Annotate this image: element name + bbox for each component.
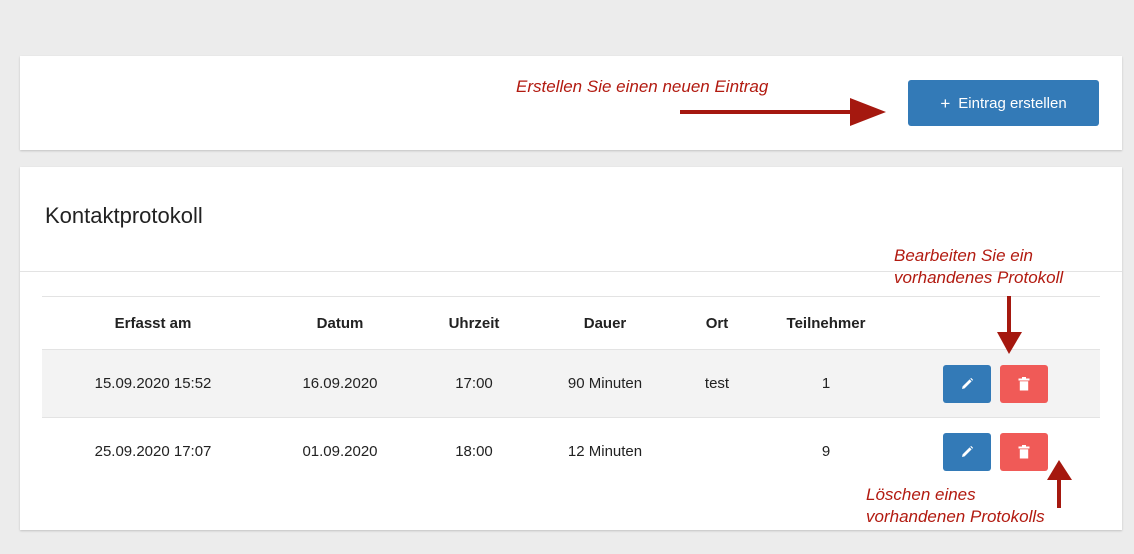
- cell-ort: test: [678, 349, 756, 418]
- create-entry-button[interactable]: + Eintrag erstellen: [908, 80, 1099, 126]
- table-row: 15.09.2020 15:52 16.09.2020 17:00 90 Min…: [42, 349, 1100, 418]
- column-header[interactable]: Teilnehmer: [756, 296, 896, 350]
- cell-erfasst-am: 25.09.2020 17:07: [94, 443, 212, 460]
- protocol-card: Kontaktprotokoll Erfasst am Datum Uhrzei…: [20, 167, 1122, 530]
- column-header[interactable]: Datum: [264, 296, 416, 350]
- annotation-arrow-up-icon: [1047, 460, 1072, 508]
- pencil-icon: [962, 377, 974, 389]
- cell-uhrzeit: 17:00: [416, 349, 532, 418]
- cell-teilnehmer: 1: [756, 349, 896, 418]
- pencil-icon: [962, 445, 974, 457]
- trash-icon: [1018, 444, 1030, 458]
- annotation-delete-line: Löschen eines: [866, 485, 976, 504]
- column-header[interactable]: Ort: [678, 296, 756, 350]
- table-header-row: Erfasst am Datum Uhrzeit Dauer Ort Teiln…: [42, 296, 1100, 350]
- annotation-arrow-right-icon: [680, 98, 886, 126]
- annotation-edit-line: vorhandenes Protokoll: [894, 268, 1064, 287]
- annotation-delete-line: vorhandenen Protokolls: [866, 507, 1045, 526]
- page-title: Kontaktprotokoll: [45, 203, 203, 228]
- edit-button[interactable]: [943, 432, 992, 471]
- column-header[interactable]: Dauer: [532, 296, 678, 350]
- create-entry-label: Eintrag erstellen: [958, 94, 1067, 112]
- annotation-edit: Bearbeiten Sie ein vorhandenes Protokoll: [894, 245, 1063, 289]
- delete-button[interactable]: [999, 432, 1048, 471]
- plus-icon: +: [940, 93, 951, 113]
- annotation-create: Erstellen Sie einen neuen Eintrag: [516, 77, 769, 96]
- cell-uhrzeit: 18:00: [455, 443, 493, 460]
- annotation-edit-line: Bearbeiten Sie ein: [894, 246, 1033, 265]
- cell-teilnehmer: 9: [821, 443, 831, 460]
- delete-button[interactable]: [999, 364, 1048, 403]
- trash-icon: [1018, 376, 1030, 390]
- toolbar-card: + Eintrag erstellen: [20, 56, 1122, 150]
- cell-datum: 01.09.2020: [302, 443, 378, 460]
- cell-dauer: 90 Minuten: [532, 349, 678, 418]
- column-header[interactable]: Uhrzeit: [416, 296, 532, 350]
- table-row: 25.09.2020 17:07 01.09.2020 18:00 12 Min…: [42, 418, 1100, 486]
- cell-ort: [678, 418, 756, 486]
- annotation-arrow-down-icon: [997, 296, 1022, 354]
- cell-datum: 16.09.2020: [264, 349, 416, 418]
- protocol-table: Erfasst am Datum Uhrzeit Dauer Ort Teiln…: [42, 296, 1100, 485]
- cell-dauer: 12 Minuten: [567, 443, 643, 460]
- cell-erfasst-am: 15.09.2020 15:52: [42, 349, 264, 418]
- edit-button[interactable]: [943, 364, 992, 403]
- column-header[interactable]: Erfasst am: [42, 296, 264, 350]
- annotation-delete: Löschen eines vorhandenen Protokolls: [866, 484, 1045, 528]
- row-actions: [896, 349, 1100, 418]
